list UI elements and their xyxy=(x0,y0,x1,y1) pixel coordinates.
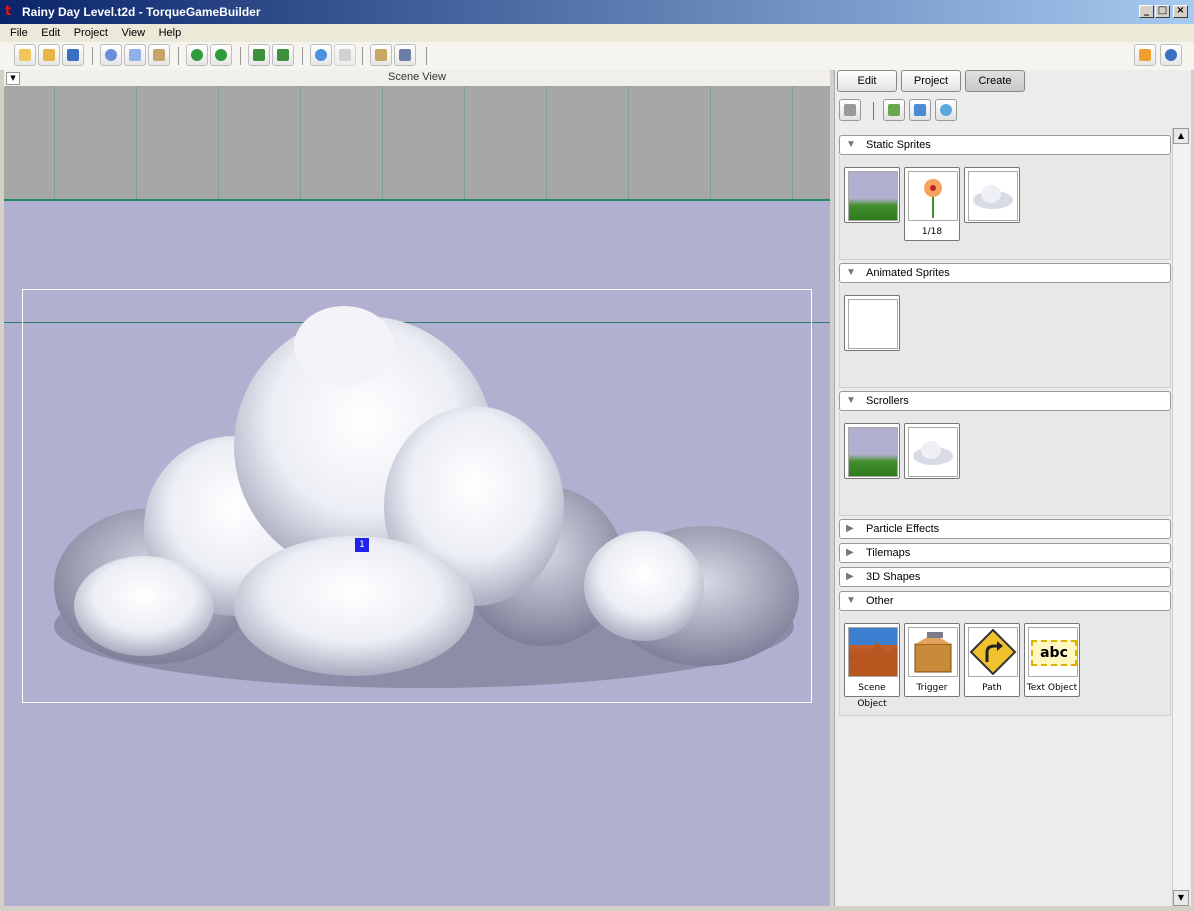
tab-create[interactable]: Create xyxy=(965,70,1025,92)
section-animated-sprites[interactable]: ▼ Animated Sprites xyxy=(839,263,1171,283)
expanded-arrow-icon: ▼ xyxy=(846,595,856,606)
layer-back-icon[interactable] xyxy=(248,44,270,66)
menu-file[interactable]: File xyxy=(5,24,33,42)
expanded-arrow-icon: ▼ xyxy=(846,395,856,406)
undo-icon[interactable] xyxy=(186,44,208,66)
new-object-icon[interactable] xyxy=(839,99,861,121)
flower-icon xyxy=(924,179,942,218)
expanded-arrow-icon: ▼ xyxy=(846,267,856,278)
scene-object-icon xyxy=(849,642,897,676)
scene-canvas[interactable]: 1 xyxy=(4,86,830,906)
deploy-icon[interactable] xyxy=(394,44,416,66)
collapsed-arrow-icon: ▶ xyxy=(846,571,854,582)
menu-help[interactable]: Help xyxy=(154,24,187,42)
section-3d-shapes[interactable]: ▶ 3D Shapes xyxy=(839,567,1171,587)
create-panel: Edit Project Create ▼ Static Sprites 1/1… xyxy=(834,70,1191,906)
new-icon[interactable] xyxy=(14,44,36,66)
collapsed-arrow-icon: ▶ xyxy=(846,547,854,558)
open-icon[interactable] xyxy=(38,44,60,66)
select-icon[interactable] xyxy=(334,44,356,66)
collapsed-arrow-icon: ▶ xyxy=(846,523,854,534)
panel-scrollbar[interactable]: ▲ ▼ xyxy=(1172,128,1189,906)
scroller-grass[interactable] xyxy=(844,423,900,479)
other-text-object[interactable]: abc Text Object xyxy=(1024,623,1080,697)
paste-icon[interactable] xyxy=(148,44,170,66)
frame-counter: 1/18 xyxy=(921,227,943,237)
other-trigger[interactable]: Trigger xyxy=(904,623,960,697)
cloud-icon xyxy=(913,441,953,465)
menu-bar: File Edit Project View Help xyxy=(0,24,1194,42)
edit-script-icon[interactable] xyxy=(370,44,392,66)
section-particle-effects[interactable]: ▶ Particle Effects xyxy=(839,519,1171,539)
section-static-sprites[interactable]: ▼ Static Sprites xyxy=(839,135,1171,155)
tutorial-icon[interactable] xyxy=(1134,44,1156,66)
static-sprites-body: 1/18 xyxy=(839,155,1171,260)
selection-box[interactable] xyxy=(22,289,812,703)
title-bar: t Rainy Day Level.t2d - TorqueGameBuilde… xyxy=(0,0,1194,24)
close-button[interactable]: × xyxy=(1173,5,1188,18)
other-path[interactable]: Path xyxy=(964,623,1020,697)
cloud-icon xyxy=(973,185,1013,209)
tab-project[interactable]: Project xyxy=(901,70,961,92)
maximize-button[interactable]: □ xyxy=(1155,5,1170,18)
scroll-up-icon[interactable]: ▲ xyxy=(1173,128,1189,144)
menu-edit[interactable]: Edit xyxy=(36,24,65,42)
tab-edit[interactable]: Edit xyxy=(837,70,897,92)
sprite-flower[interactable]: 1/18 xyxy=(904,167,960,241)
scroll-down-icon[interactable]: ▼ xyxy=(1173,890,1189,906)
scene-view-header: Scene View ▼ xyxy=(4,70,830,87)
other-scene-object[interactable]: Scene Object xyxy=(844,623,900,709)
minimize-button[interactable]: _ xyxy=(1139,5,1154,18)
menu-project[interactable]: Project xyxy=(69,24,113,42)
trigger-icon xyxy=(914,632,952,673)
object-marker[interactable]: 1 xyxy=(355,538,369,552)
scroller-cloud[interactable] xyxy=(904,423,960,479)
section-scrollers[interactable]: ▼ Scrollers xyxy=(839,391,1171,411)
scene-menu-dropdown[interactable]: ▼ xyxy=(6,72,20,85)
window-title: Rainy Day Level.t2d - TorqueGameBuilder xyxy=(22,5,261,19)
other-body: Scene Object Trigger Path abc Text Objec… xyxy=(839,611,1171,716)
section-other[interactable]: ▼ Other xyxy=(839,591,1171,611)
redo-icon[interactable] xyxy=(210,44,232,66)
animation-builder-icon[interactable] xyxy=(909,99,931,121)
sprite-grass[interactable] xyxy=(844,167,900,223)
menu-view[interactable]: View xyxy=(116,24,150,42)
layer-front-icon[interactable] xyxy=(272,44,294,66)
sprite-cloud[interactable] xyxy=(964,167,1020,223)
path-sign-icon xyxy=(969,628,1017,676)
save-icon[interactable] xyxy=(62,44,84,66)
cut-icon[interactable] xyxy=(100,44,122,66)
play-icon[interactable] xyxy=(310,44,332,66)
info-icon[interactable] xyxy=(1160,44,1182,66)
scrollers-body xyxy=(839,411,1171,516)
animated-sprites-body xyxy=(839,283,1171,388)
scene-view-title: Scene View xyxy=(388,71,446,83)
image-builder-icon[interactable] xyxy=(883,99,905,121)
app-icon: t xyxy=(5,4,12,19)
toolbar xyxy=(0,42,1194,71)
particle-editor-icon[interactable] xyxy=(935,99,957,121)
section-tilemaps[interactable]: ▶ Tilemaps xyxy=(839,543,1171,563)
expanded-arrow-icon: ▼ xyxy=(846,139,856,150)
text-object-preview: abc xyxy=(1031,640,1077,666)
animated-sprite-empty[interactable] xyxy=(844,295,900,351)
copy-icon[interactable] xyxy=(124,44,146,66)
